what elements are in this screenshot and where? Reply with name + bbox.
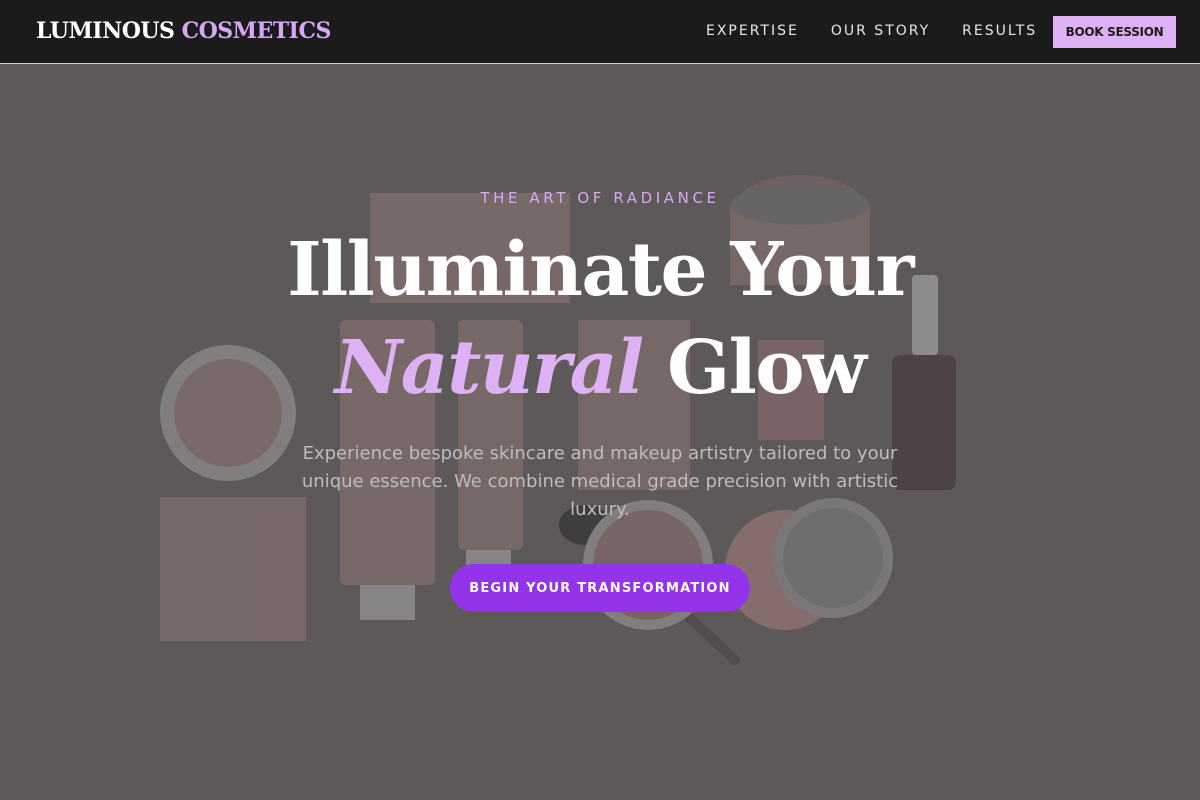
hero-background-image <box>0 65 1200 800</box>
hero-subtext: Experience bespoke skincare and makeup a… <box>301 443 899 520</box>
headline-end: Glow <box>667 325 867 411</box>
brand-accent: COSMETICS <box>181 18 332 44</box>
nav-link-our-story[interactable]: OUR STORY <box>831 23 930 39</box>
brand-logo[interactable]: LUMINOUS COSMETICS <box>36 18 331 44</box>
top-nav: LUMINOUS COSMETICS EXPERTISE OUR STORY R… <box>0 0 1200 64</box>
begin-transformation-button[interactable]: BEGIN YOUR TRANSFORMATION <box>450 564 750 612</box>
hero-section: THE ART OF RADIANCE Illuminate Your Natu… <box>0 65 1200 800</box>
hero-headline: Illuminate Your Natural Glow <box>0 221 1200 417</box>
brand-name: LUMINOUS <box>36 18 175 44</box>
hero-eyebrow: THE ART OF RADIANCE <box>480 189 720 207</box>
nav-link-results[interactable]: RESULTS <box>962 23 1037 39</box>
nav-links: EXPERTISE OUR STORY RESULTS <box>706 23 1069 39</box>
book-session-button[interactable]: BOOK SESSION <box>1053 16 1176 48</box>
nav-link-expertise[interactable]: EXPERTISE <box>706 23 799 39</box>
headline-accent: Natural <box>334 325 645 411</box>
headline-line1: Illuminate Your <box>287 227 914 313</box>
